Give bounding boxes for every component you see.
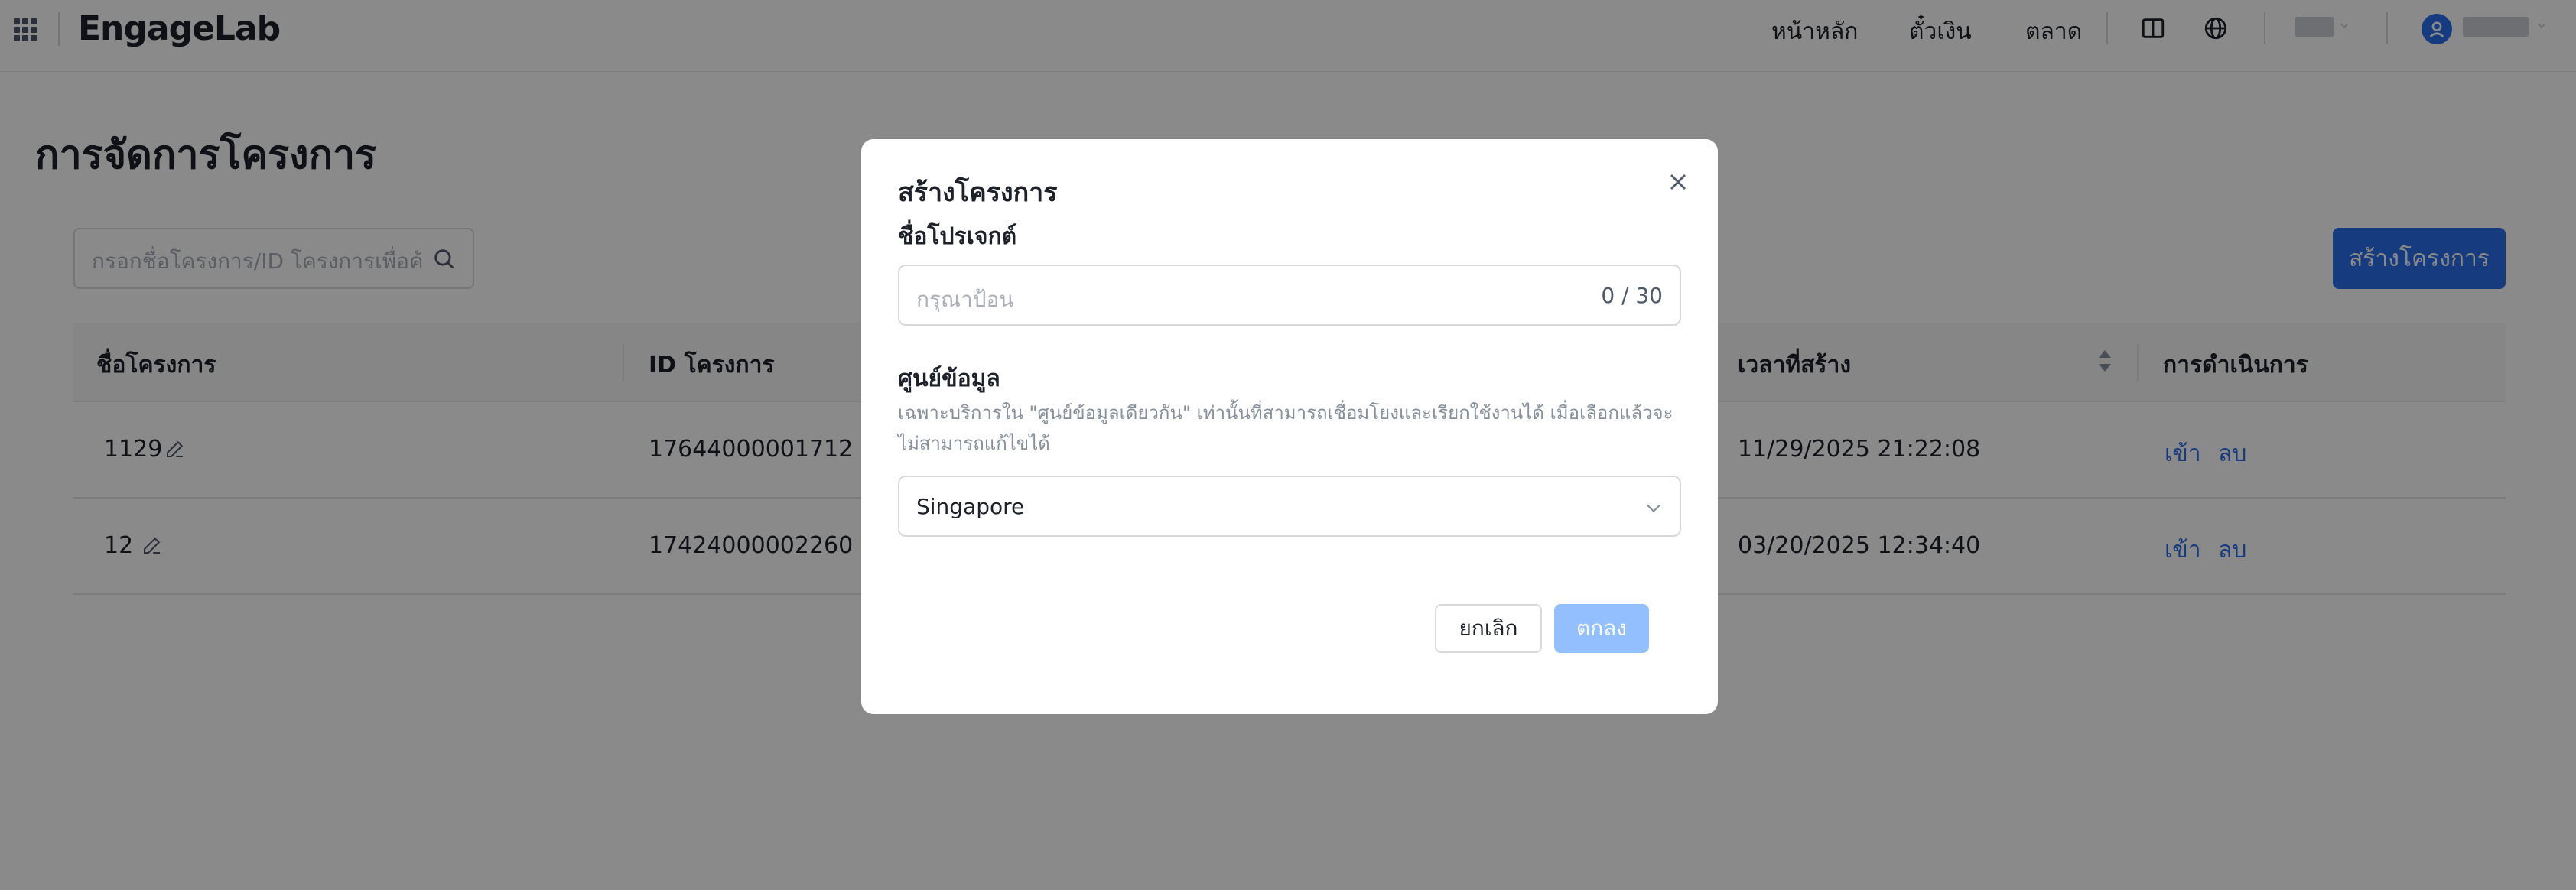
datacenter-label: ศูนย์ข้อมูล xyxy=(898,365,1000,392)
cancel-button[interactable]: ยกเลิก xyxy=(1435,604,1542,653)
character-counter: 0 / 30 xyxy=(1601,283,1663,308)
datacenter-select[interactable]: Singapore xyxy=(898,476,1681,537)
chevron-down-icon xyxy=(1647,504,1660,513)
project-name-label: ชื่อโปรเจกต์ xyxy=(898,223,1017,250)
dialog-title: สร้างโครงการ xyxy=(898,177,1058,208)
close-icon[interactable] xyxy=(1664,168,1692,196)
project-name-input[interactable]: กรุณาป้อน 0 / 30 xyxy=(898,265,1681,326)
datacenter-selected-value: Singapore xyxy=(916,494,1025,519)
project-name-placeholder: กรุณาป้อน xyxy=(916,287,1014,312)
datacenter-hint: เฉพาะบริการใน "ศูนย์ข้อมูลเดียวกัน" เท่า… xyxy=(898,402,1673,454)
create-project-dialog: สร้างโครงการ ชื่อโปรเจกต์ กรุณาป้อน 0 / … xyxy=(861,139,1718,714)
ok-button[interactable]: ตกลง xyxy=(1554,604,1649,653)
